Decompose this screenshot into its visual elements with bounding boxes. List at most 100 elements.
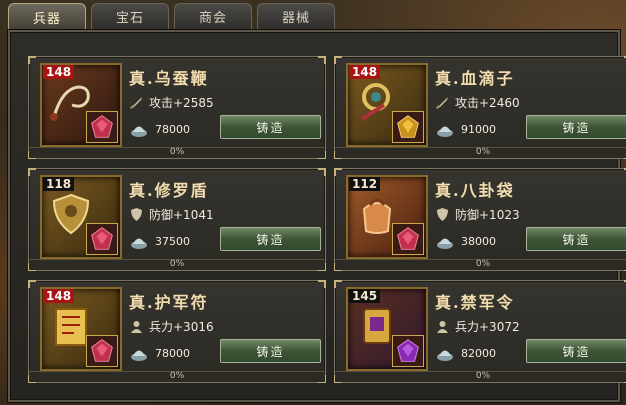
soldier-icon [437,321,448,333]
cost-value: 78000 [155,122,190,136]
item-stat: 兵力+3016 [129,318,214,335]
forge-button[interactable]: 铸造 [526,115,626,139]
frame-corner [28,280,36,288]
stat-value: 攻击+2585 [149,96,214,110]
item-cost: 91000 [435,119,496,139]
forge-button[interactable]: 铸造 [220,339,321,363]
frame-corner [318,56,326,64]
tab-bar: 兵器 宝石 商会 器械 [8,3,335,31]
item-card: 148 真.乌蚕鞭 攻击+2585 78000 铸造 0% [28,56,326,159]
stat-value: 攻击+2460 [455,96,520,110]
level-badge: 148 [43,65,75,79]
forge-button[interactable]: 铸造 [526,227,626,251]
forge-window: 148 真.乌蚕鞭 攻击+2585 78000 铸造 0% 148 真.血滴子 … [8,30,626,402]
frame-corner [334,168,342,176]
item-cost: 78000 [129,343,190,363]
progress-text: 0% [475,259,491,269]
item-cost: 37500 [129,231,190,251]
progress-bar: 0% [335,147,626,158]
item-thumbnail[interactable]: 148 [346,63,428,147]
item-stat: 兵力+3072 [435,318,520,335]
item-stat: 攻击+2585 [129,94,214,111]
ruby-gem-icon [86,111,118,143]
forge-button[interactable]: 铸造 [526,339,626,363]
shield-icon [437,208,448,221]
item-card: 118 真.修罗盾 防御+1041 37500 铸造 0% [28,168,326,271]
level-badge: 145 [349,289,381,303]
stat-value: 兵力+3072 [455,320,520,334]
progress-text: 0% [475,147,491,157]
frame-corner [318,168,326,176]
item-card: 145 真.禁军令 兵力+3072 82000 铸造 0% [334,280,626,383]
item-card: 112 真.八卦袋 防御+1023 38000 铸造 0% [334,168,626,271]
ruby-gem-icon [86,335,118,367]
item-name: 真.八卦袋 [435,181,515,200]
forge-button[interactable]: 铸造 [220,227,321,251]
silver-ingot-icon [437,126,453,137]
progress-text: 0% [169,147,185,157]
tab-machinery[interactable]: 器械 [257,3,335,29]
forge-button[interactable]: 铸造 [220,115,321,139]
silver-ingot-icon [437,238,453,249]
level-badge: 148 [43,289,75,303]
item-cost: 38000 [435,231,496,251]
item-thumbnail[interactable]: 118 [40,175,122,259]
topaz-gem-icon [392,111,424,143]
progress-bar: 0% [335,259,626,270]
tab-gems[interactable]: 宝石 [91,3,169,29]
item-card: 148 真.护军符 兵力+3016 78000 铸造 0% [28,280,326,383]
frame-corner [318,280,326,288]
item-thumbnail[interactable]: 148 [40,287,122,371]
ruby-gem-icon [86,223,118,255]
cost-value: 37500 [155,234,190,248]
progress-bar: 0% [29,371,325,382]
cost-value: 91000 [461,122,496,136]
item-card: 148 真.血滴子 攻击+2460 91000 铸造 0% [334,56,626,159]
progress-bar: 0% [29,259,325,270]
item-thumbnail[interactable]: 112 [346,175,428,259]
stat-value: 防御+1023 [455,208,520,222]
silver-ingot-icon [131,350,147,361]
progress-bar: 0% [335,371,626,382]
progress-bar: 0% [29,147,325,158]
tab-trade-guild[interactable]: 商会 [174,3,252,29]
cost-value: 82000 [461,346,496,360]
ruby-gem-icon [392,223,424,255]
item-cost: 78000 [129,119,190,139]
sword-icon [435,97,448,110]
cost-value: 38000 [461,234,496,248]
silver-ingot-icon [131,238,147,249]
item-thumbnail[interactable]: 148 [40,63,122,147]
stat-value: 防御+1041 [149,208,214,222]
item-grid: 148 真.乌蚕鞭 攻击+2585 78000 铸造 0% 148 真.血滴子 … [28,56,626,383]
item-name: 真.护军符 [129,293,209,312]
item-cost: 82000 [435,343,496,363]
shield-icon [131,208,142,221]
frame-corner [28,56,36,64]
item-name: 真.血滴子 [435,69,515,88]
silver-ingot-icon [437,350,453,361]
item-name: 真.禁军令 [435,293,515,312]
item-stat: 防御+1041 [129,206,214,223]
frame-corner [334,56,342,64]
stat-value: 兵力+3016 [149,320,214,334]
progress-text: 0% [169,371,185,381]
item-name: 真.修罗盾 [129,181,209,200]
frame-corner [334,280,342,288]
item-thumbnail[interactable]: 145 [346,287,428,371]
level-badge: 148 [349,65,381,79]
amethyst-gem-icon [392,335,424,367]
progress-text: 0% [169,259,185,269]
item-name: 真.乌蚕鞭 [129,69,209,88]
level-badge: 118 [43,177,75,191]
cost-value: 78000 [155,346,190,360]
silver-ingot-icon [131,126,147,137]
tab-weapons[interactable]: 兵器 [8,3,86,31]
level-badge: 112 [349,177,381,191]
frame-corner [28,168,36,176]
progress-text: 0% [475,371,491,381]
soldier-icon [131,321,142,333]
item-stat: 攻击+2460 [435,94,520,111]
sword-icon [129,97,142,110]
item-stat: 防御+1023 [435,206,520,223]
